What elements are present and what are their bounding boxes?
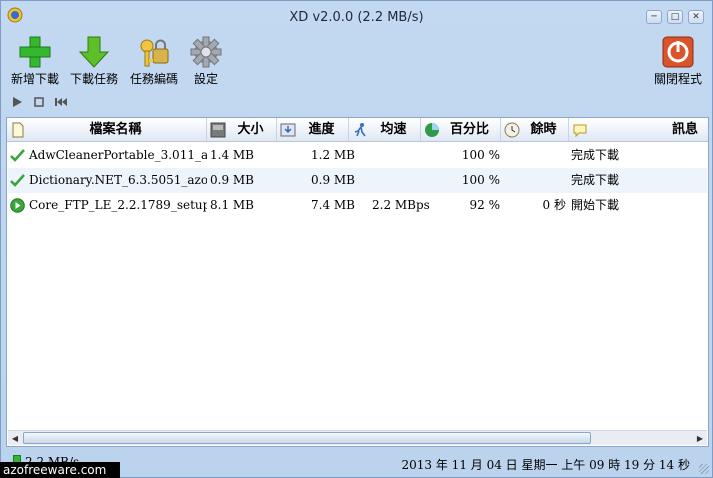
- edit-task-button[interactable]: 任務編碼: [128, 35, 180, 87]
- scroll-left-arrow-icon[interactable]: ◀: [8, 432, 22, 445]
- down-arrow-icon: [78, 36, 110, 68]
- column-header-remaining[interactable]: 餘時: [501, 118, 569, 141]
- clock-icon: [504, 122, 520, 138]
- settings-label: 設定: [193, 72, 218, 86]
- file-size: 1.4 MB: [210, 148, 255, 162]
- file-percent: 92 %: [469, 198, 501, 212]
- download-task-button[interactable]: 下載任務: [68, 35, 120, 87]
- file-progress: 1.2 MB: [311, 148, 356, 162]
- table-row[interactable]: Core_FTP_LE_2.2.1789_setup_az... 8.1 MB …: [8, 193, 707, 218]
- column-header-percent[interactable]: 百分比: [421, 118, 501, 141]
- file-message: 完成下載: [571, 148, 620, 162]
- file-name: Core_FTP_LE_2.2.1789_setup_az...: [29, 198, 207, 212]
- main-window: XD v2.0.0 (2.2 MB/s) ─ □ ✕ 新增下載 下載任務 任務編…: [0, 0, 713, 478]
- column-header-speed[interactable]: 均速: [349, 118, 421, 141]
- speech-bubble-icon: [573, 124, 587, 138]
- file-progress: 7.4 MB: [311, 198, 356, 212]
- add-download-label: 新增下載: [10, 72, 59, 86]
- file-name: Dictionary.NET_6.3.5051_azo.exe: [29, 173, 207, 187]
- gear-icon: [190, 36, 222, 68]
- file-name: AdwCleanerPortable_3.011_azo.exe: [29, 148, 207, 162]
- column-header-name[interactable]: 檔案名稱: [7, 118, 207, 141]
- maximize-button[interactable]: □: [667, 10, 683, 24]
- file-speed: 2.2 MBps: [372, 198, 430, 212]
- download-list: 檔案名稱 大小 進度 均速 百分比 餘時 訊息 AdwCleanerPortab…: [6, 117, 709, 447]
- column-header-message[interactable]: 訊息: [569, 118, 708, 141]
- keys-lock-icon: [140, 39, 169, 67]
- file-size: 8.1 MB: [210, 198, 255, 212]
- play-icon[interactable]: [10, 95, 24, 109]
- table-row[interactable]: AdwCleanerPortable_3.011_azo.exe 1.4 MB …: [8, 143, 707, 168]
- runner-icon: [354, 123, 366, 137]
- document-icon: [12, 122, 24, 138]
- download-task-label: 下載任務: [69, 72, 118, 86]
- file-percent: 100 %: [461, 173, 500, 187]
- playback-controls: [1, 91, 712, 113]
- power-icon: [662, 36, 694, 68]
- list-header: 檔案名稱 大小 進度 均速 百分比 餘時 訊息: [7, 118, 708, 142]
- scroll-thumb[interactable]: [23, 432, 591, 444]
- settings-button[interactable]: 設定: [187, 35, 225, 87]
- horizontal-scrollbar[interactable]: ◀ ▶: [8, 430, 707, 445]
- disk-icon: [210, 122, 226, 138]
- minimize-button[interactable]: ─: [646, 10, 662, 24]
- file-size: 0.9 MB: [210, 173, 255, 187]
- scroll-right-arrow-icon[interactable]: ▶: [693, 432, 707, 445]
- add-download-button[interactable]: 新增下載: [9, 35, 61, 87]
- stop-icon[interactable]: [32, 95, 46, 109]
- toolbar: 新增下載 下載任務 任務編碼 設定 關閉程式: [1, 35, 712, 89]
- file-progress: 0.9 MB: [311, 173, 356, 187]
- status-datetime: 2013 年 11 月 04 日 星期一 上午 09 時 19 分 14 秒: [401, 458, 690, 472]
- column-header-size[interactable]: 大小: [207, 118, 277, 141]
- exit-program-label: 關閉程式: [653, 72, 702, 86]
- play-circle-icon: [10, 198, 25, 213]
- file-message: 完成下載: [571, 173, 620, 187]
- pie-icon: [425, 123, 439, 137]
- window-title: XD v2.0.0 (2.2 MB/s): [289, 10, 424, 25]
- close-button[interactable]: ✕: [688, 10, 704, 24]
- checkmark-icon: [10, 149, 25, 162]
- plus-icon: [19, 36, 51, 68]
- title-bar[interactable]: XD v2.0.0 (2.2 MB/s) ─ □ ✕: [1, 1, 712, 33]
- rewind-icon[interactable]: [54, 95, 68, 109]
- checkmark-icon: [10, 174, 25, 187]
- edit-task-label: 任務編碼: [129, 72, 178, 86]
- watermark: azofreeware.com: [0, 462, 120, 478]
- download-box-icon: [280, 123, 296, 137]
- column-header-progress[interactable]: 進度: [277, 118, 349, 141]
- file-percent: 100 %: [461, 148, 500, 162]
- file-message: 開始下載: [571, 198, 620, 212]
- resize-grip-icon[interactable]: [699, 464, 709, 474]
- table-row[interactable]: Dictionary.NET_6.3.5051_azo.exe 0.9 MB 0…: [8, 168, 707, 193]
- file-remaining: 0 秒: [542, 198, 566, 212]
- exit-program-button[interactable]: 關閉程式: [651, 35, 705, 87]
